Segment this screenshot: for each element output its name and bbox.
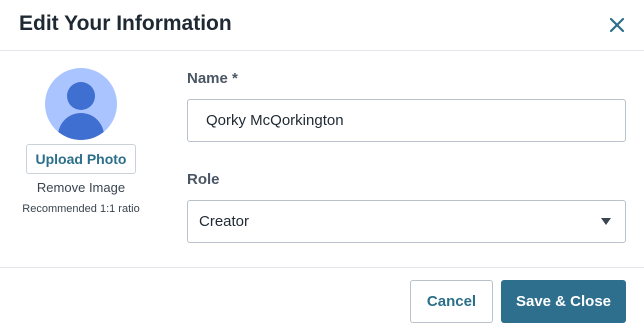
role-select[interactable]: Creator [187, 200, 626, 243]
avatar-shoulders [58, 113, 104, 140]
dialog-title: Edit Your Information [19, 12, 232, 35]
close-icon [609, 17, 625, 33]
caret-down-icon [601, 218, 611, 225]
user-avatar-icon [45, 68, 117, 140]
save-and-close-button[interactable]: Save & Close [501, 280, 626, 323]
edit-information-dialog: Edit Your Information Upload Photo Remov… [0, 0, 644, 334]
cancel-button[interactable]: Cancel [410, 280, 493, 323]
dialog-body: Upload Photo Remove Image Recommended 1:… [0, 51, 644, 267]
name-input[interactable] [187, 99, 626, 142]
ratio-hint: Recommended 1:1 ratio [22, 203, 140, 215]
remove-image-link[interactable]: Remove Image [0, 180, 162, 195]
dialog-footer: Cancel Save & Close [0, 267, 644, 334]
upload-photo-button[interactable]: Upload Photo [26, 144, 136, 174]
role-selected-value: Creator [199, 213, 250, 230]
name-label: Name * [187, 70, 238, 87]
role-label: Role [187, 171, 220, 188]
avatar-head [67, 82, 95, 110]
dialog-header: Edit Your Information [0, 0, 644, 51]
close-button[interactable] [604, 12, 630, 38]
